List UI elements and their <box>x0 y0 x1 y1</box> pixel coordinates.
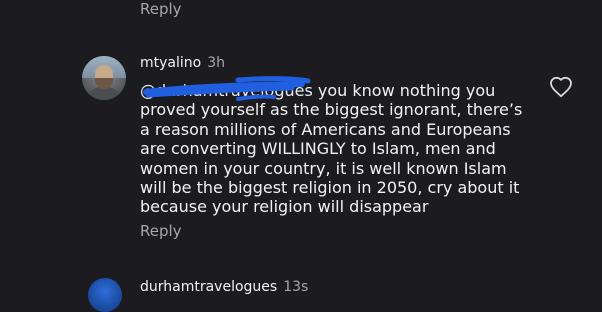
comment-item: mtyalino 3h @durhamtravelogues you know n… <box>0 48 602 248</box>
next-comment-avatar[interactable] <box>88 278 122 312</box>
next-comment-item: durhamtravelogues 13s <box>0 268 602 312</box>
comment-body: you know nothing you proved yourself as … <box>140 81 523 217</box>
next-comment-username[interactable]: durhamtravelogues <box>140 279 277 295</box>
comment-text: @durhamtravelogues you know nothing you … <box>140 81 530 217</box>
comment-header: mtyalino 3h <box>140 54 225 72</box>
next-comment-timestamp: 13s <box>283 279 309 295</box>
next-comment-header: durhamtravelogues 13s <box>140 278 308 296</box>
heart-outline-icon[interactable] <box>549 76 573 98</box>
previous-comment-reply-button[interactable]: Reply <box>140 0 182 18</box>
reply-button[interactable]: Reply <box>140 222 182 240</box>
comment-timestamp: 3h <box>207 55 225 71</box>
avatar[interactable] <box>82 56 126 100</box>
mention-link[interactable]: @durhamtravelogues <box>140 81 313 100</box>
comment-username[interactable]: mtyalino <box>140 55 201 71</box>
